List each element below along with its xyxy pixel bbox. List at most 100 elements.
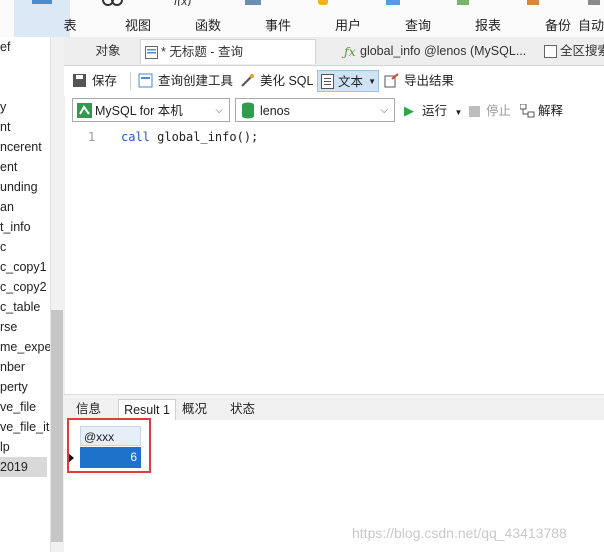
export-icon <box>384 73 399 88</box>
tree-scrollbar-thumb[interactable] <box>51 310 63 542</box>
stop-label: 停止 <box>486 104 512 118</box>
tree-item[interactable]: nber <box>0 357 25 377</box>
query-builder-button[interactable]: 查询创建工具 <box>138 70 233 92</box>
text-document-icon <box>321 74 334 89</box>
ribbon-label: 事件 <box>264 18 291 33</box>
chevron-down-icon[interactable]: ▼ <box>455 108 463 117</box>
tree-item[interactable]: ve_file <box>0 397 36 417</box>
document-tabbar: 对象 * 无标题 - 查询 ƒx global_info @lenos (MyS… <box>64 37 604 66</box>
ribbon-event-button[interactable]: 事件 <box>228 0 291 37</box>
tree-item[interactable]: rse <box>0 317 17 337</box>
database-select[interactable]: lenos ⌵ <box>235 98 395 122</box>
event-icon <box>245 0 261 5</box>
tab-result-1[interactable]: Result 1 <box>118 399 176 420</box>
tree-item[interactable]: c <box>0 237 6 257</box>
tab-profile[interactable]: 概况 <box>182 399 207 419</box>
beautify-sql-button[interactable]: 美化 SQL <box>240 70 314 92</box>
table-icon <box>32 0 52 4</box>
ribbon-query-button[interactable]: 查询 <box>368 0 431 37</box>
line-number: 1 <box>88 130 96 144</box>
stop-icon <box>469 106 480 117</box>
explain-icon <box>520 104 535 118</box>
sql-keyword: call <box>121 130 150 144</box>
tree-item[interactable]: nt <box>0 117 10 137</box>
mysql-connection-icon <box>77 103 92 118</box>
database-value: lenos <box>260 104 290 118</box>
tree-item[interactable]: an <box>0 197 14 217</box>
tab-label: * 无标题 - 查询 <box>161 45 243 59</box>
database-icon <box>242 102 254 119</box>
run-label: 运行 <box>422 104 448 118</box>
tree-item[interactable]: t_info <box>0 217 31 237</box>
tab-label: global_info @lenos (MySQL... <box>360 44 527 58</box>
query-builder-label: 查询创建工具 <box>158 74 234 88</box>
main-ribbon: 表 视图 f(x) 函数 事件 用户 查询 报表 备份 自动 <box>0 0 604 38</box>
tree-item[interactable]: y <box>0 97 6 117</box>
chevron-down-icon[interactable]: ▼ <box>368 71 376 93</box>
ribbon-function-button[interactable]: f(x) 函数 <box>158 0 221 37</box>
connection-select[interactable]: MySQL for 本机 ⌵ <box>72 98 230 122</box>
tree-item[interactable]: c_table <box>0 297 40 317</box>
svg-text:f(x): f(x) <box>174 0 191 6</box>
function-icon: ƒx <box>344 44 356 59</box>
tree-item[interactable]: ent <box>0 157 17 177</box>
view-icon <box>102 0 123 6</box>
tree-item[interactable]: perty <box>0 377 28 397</box>
query-toolbar: 保存 查询创建工具 美化 SQL 文本 ▼ 导出结果 <box>64 66 604 96</box>
stop-button[interactable]: 停止 <box>468 100 511 122</box>
tree-item[interactable]: c_copy1 <box>0 257 47 277</box>
text-mode-button[interactable]: 文本 ▼ <box>317 70 379 92</box>
ribbon-label: 函数 <box>194 18 221 33</box>
toolbar-separator <box>130 72 131 90</box>
tree-item[interactable]: ve_file_ite <box>0 417 50 437</box>
save-label: 保存 <box>92 74 118 88</box>
ribbon-label: 查询 <box>404 18 431 33</box>
tree-item[interactable]: ncerent <box>0 137 42 157</box>
chevron-down-icon: ⌵ <box>215 105 223 116</box>
explain-label: 解释 <box>538 104 564 118</box>
search-icon <box>544 45 557 58</box>
tab-objects[interactable]: 对象 <box>78 39 138 64</box>
ribbon-view-button[interactable]: 视图 <box>86 0 151 37</box>
highlight-annotation-box <box>67 418 151 473</box>
tab-global-info[interactable]: ƒx global_info @lenos (MySQL... <box>340 39 536 64</box>
ribbon-table-button[interactable]: 表 <box>14 0 77 37</box>
tree-item[interactable]: ef <box>0 37 10 57</box>
tab-global-search[interactable]: 全区搜索 <box>540 39 604 64</box>
ribbon-automation-button[interactable]: 自动 <box>574 0 604 37</box>
export-results-button[interactable]: 导出结果 <box>384 70 454 92</box>
object-tree: ef y nt ncerent ent unding an t_info c c… <box>0 37 50 552</box>
sql-code-line: call global_info(); <box>121 130 258 144</box>
tree-item-selected[interactable]: 2019 <box>0 457 47 477</box>
sql-statement: global_info(); <box>149 130 259 144</box>
ribbon-report-button[interactable]: 报表 <box>438 0 501 37</box>
automation-icon <box>588 0 600 5</box>
tab-untitled-query[interactable]: * 无标题 - 查询 <box>140 39 316 64</box>
tree-item[interactable]: lp <box>0 437 10 457</box>
tree-item[interactable]: unding <box>0 177 38 197</box>
function-icon: f(x) <box>174 0 191 6</box>
play-icon: ▶ <box>404 103 414 118</box>
connection-row: MySQL for 本机 ⌵ lenos ⌵ ▶ 运行 ▼ 停止 解释 <box>64 96 604 126</box>
report-icon <box>457 0 469 5</box>
query-icon <box>145 46 158 59</box>
ribbon-label: 视图 <box>124 18 151 33</box>
beautify-icon <box>241 74 254 87</box>
tab-status[interactable]: 状态 <box>230 399 255 419</box>
watermark: https://blog.csdn.net/qq_43413788 <box>352 525 567 541</box>
save-button[interactable]: 保存 <box>72 70 117 92</box>
sql-editor[interactable]: 1 call global_info(); <box>70 126 604 394</box>
tree-item[interactable]: c_copy2 <box>0 277 47 297</box>
query-builder-icon <box>138 73 153 88</box>
run-button[interactable]: ▶ 运行 ▼ <box>404 100 462 122</box>
tab-info[interactable]: 信息 <box>76 399 101 419</box>
ribbon-label: 用户 <box>334 18 361 33</box>
query-icon <box>386 0 400 5</box>
backup-icon <box>527 0 539 5</box>
text-mode-label: 文本 <box>338 75 364 89</box>
explain-button[interactable]: 解释 <box>520 100 563 122</box>
ribbon-user-button[interactable]: 用户 <box>298 0 361 37</box>
tree-item[interactable]: me_expe <box>0 337 50 357</box>
ribbon-backup-button[interactable]: 备份 <box>508 0 571 37</box>
chevron-down-icon: ⌵ <box>380 105 388 116</box>
